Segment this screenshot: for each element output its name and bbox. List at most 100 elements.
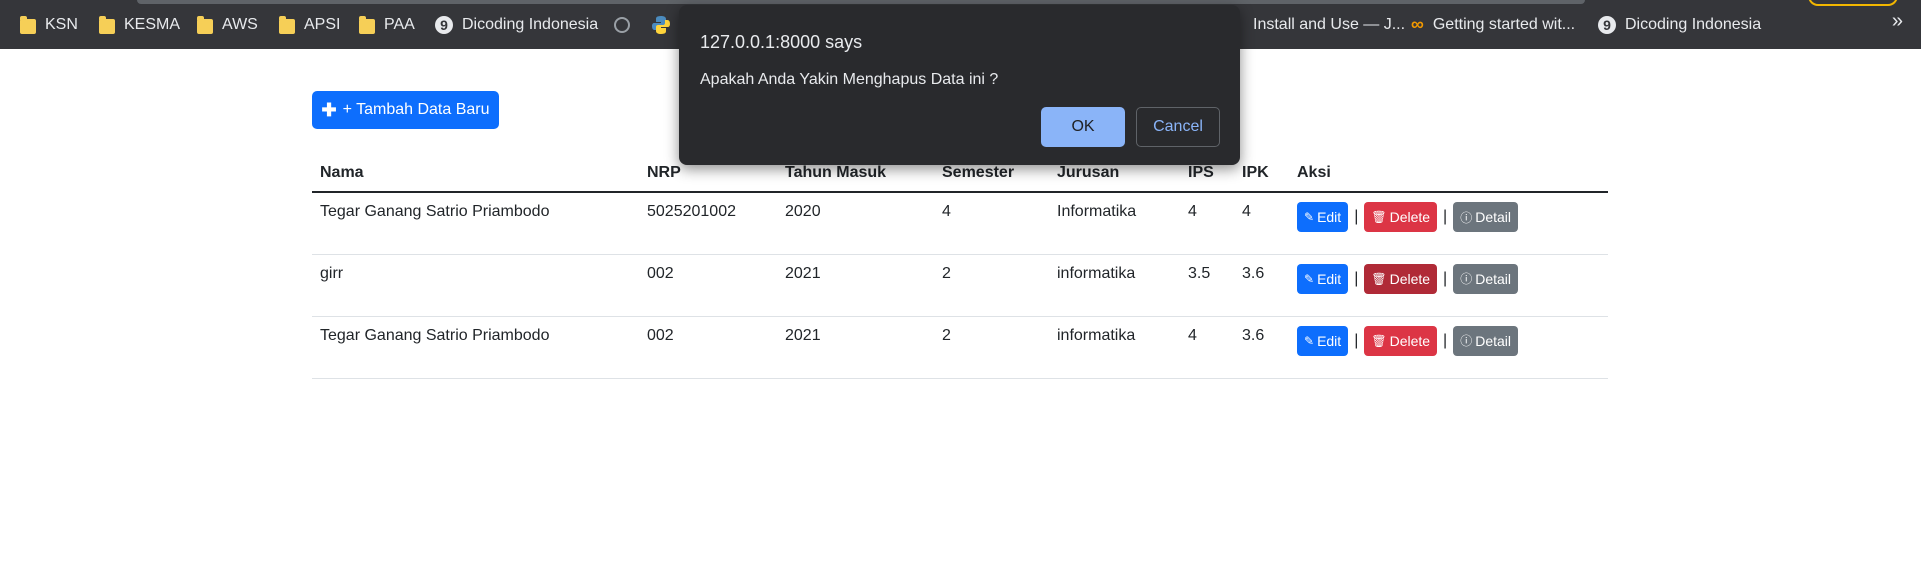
detail-label: Detail — [1475, 332, 1512, 349]
edit-label: Edit — [1317, 270, 1342, 287]
info-icon: ⓘ — [1460, 210, 1473, 225]
delete-label: Delete — [1389, 209, 1431, 225]
confirm-dialog: 127.0.0.1:8000 says Apakah Anda Yakin Me… — [679, 5, 1240, 165]
bookmarks-overflow-icon[interactable]: » — [1892, 10, 1903, 33]
edit-button[interactable]: ✎ Edit — [1297, 325, 1349, 356]
bookmark-aws[interactable]: AWS — [197, 0, 258, 49]
cell-nama: girr — [312, 254, 639, 317]
folder-icon — [197, 15, 213, 34]
separator: | — [1443, 269, 1448, 287]
folder-icon — [359, 15, 375, 34]
bookmark-dicoding[interactable]: 9 Dicoding Indonesia — [435, 0, 598, 49]
bookmark-apsi[interactable]: APSI — [279, 0, 340, 49]
cell-tahun-masuk: 2021 — [777, 316, 934, 379]
separator: | — [1354, 208, 1359, 225]
edit-button[interactable]: ✎ Edit — [1297, 263, 1349, 294]
detail-button[interactable]: ⓘ Detail — [1453, 202, 1519, 232]
bookmark-label: PAA — [384, 15, 415, 33]
dialog-title: 127.0.0.1:8000 says — [700, 32, 863, 52]
edit-icon: ✎ — [1304, 271, 1315, 286]
table-row: Tegar Ganang Satrio Priambodo 002 2021 2… — [312, 316, 1608, 379]
bookmark-dicoding-2[interactable]: 9 Dicoding Indonesia — [1598, 0, 1761, 49]
folder-icon — [20, 15, 36, 34]
folder-icon — [279, 15, 295, 34]
bookmark-label: APSI — [304, 15, 341, 33]
table-row: girr 002 2021 2 informatika 3.5 3.6 ✎ Edi… — [312, 254, 1608, 317]
header-aksi: Aksi — [1289, 155, 1608, 193]
cell-aksi: ✎ Edit | 🗑 Delete | ⓘ Detail — [1289, 316, 1608, 379]
cell-semester: 4 — [934, 192, 1049, 255]
cell-aksi: ✎ Edit | 🗑 Delete | ⓘ Detail — [1289, 192, 1608, 255]
bookmark-label: AWS — [222, 15, 258, 33]
folder-icon — [99, 15, 115, 34]
bookmark-ksn[interactable]: KSN — [20, 0, 78, 49]
cell-nrp: 5025201002 — [639, 192, 777, 255]
bookmark-label: Install and Use — J... — [1253, 15, 1406, 33]
cell-jurusan: informatika — [1049, 254, 1180, 317]
cell-jurusan: informatika — [1049, 316, 1180, 379]
bookmark-label: Dicoding Indonesia — [462, 15, 599, 33]
info-icon: ⓘ — [1460, 334, 1473, 348]
detail-button[interactable]: ⓘ Detail — [1453, 325, 1519, 356]
cell-ipk: 4 — [1234, 192, 1289, 255]
edit-button[interactable]: ✎ Edit — [1297, 202, 1349, 232]
detail-button[interactable]: ⓘ Detail — [1453, 263, 1519, 294]
separator: | — [1354, 331, 1359, 349]
bookmark-install-and-use[interactable]: Install and Use — J... — [1253, 0, 1405, 49]
header-nama: Nama — [312, 155, 639, 193]
bookmark-paa[interactable]: PAA — [359, 0, 415, 49]
cell-tahun-masuk: 2020 — [777, 192, 934, 255]
cell-semester: 2 — [934, 316, 1049, 379]
cell-ipk: 3.6 — [1234, 254, 1289, 317]
cell-ipk: 3.6 — [1234, 316, 1289, 379]
separator: | — [1354, 269, 1359, 287]
bookmark-python[interactable] — [651, 0, 671, 49]
detail-label: Detail — [1475, 209, 1512, 225]
bookmark-globe[interactable] — [614, 0, 630, 49]
delete-button[interactable]: 🗑 Delete — [1364, 263, 1438, 294]
cell-ips: 4 — [1180, 316, 1234, 379]
cell-nama: Tegar Ganang Satrio Priambodo — [312, 192, 639, 255]
delete-label: Delete — [1389, 270, 1431, 287]
add-data-button[interactable]: ✚ + Tambah Data Baru — [312, 91, 499, 129]
cancel-button[interactable]: Cancel — [1136, 107, 1220, 147]
detail-label: Detail — [1475, 270, 1512, 287]
profile-chip[interactable] — [1808, 0, 1898, 6]
edit-label: Edit — [1317, 209, 1342, 225]
globe-icon — [614, 16, 630, 33]
student-table: Nama NRP Tahun Masuk Semester Jurusan IP… — [312, 155, 1608, 379]
edit-icon: ✎ — [1304, 210, 1315, 224]
python-icon — [652, 15, 670, 34]
separator: | — [1443, 331, 1448, 349]
infinity-icon: ∞ — [1411, 14, 1424, 34]
delete-button[interactable]: 🗑 Delete — [1364, 325, 1438, 356]
dicoding-icon: 9 — [1598, 15, 1616, 34]
trash-icon: 🗑 — [1371, 271, 1387, 286]
table-row: Tegar Ganang Satrio Priambodo 5025201002… — [312, 192, 1608, 255]
dicoding-icon: 9 — [435, 15, 453, 34]
bookmark-label: KESMA — [124, 15, 181, 33]
cell-nrp: 002 — [639, 316, 777, 379]
cell-jurusan: Informatika — [1049, 192, 1180, 255]
bookmark-kesma[interactable]: KESMA — [99, 0, 180, 49]
cell-tahun-masuk: 2021 — [777, 254, 934, 317]
cell-ips: 3.5 — [1180, 254, 1234, 317]
bookmark-label: Dicoding Indonesia — [1625, 15, 1762, 33]
delete-button[interactable]: 🗑 Delete — [1364, 202, 1438, 232]
ok-button[interactable]: OK — [1041, 107, 1125, 147]
edit-label: Edit — [1317, 332, 1342, 349]
edit-icon: ✎ — [1304, 333, 1315, 348]
bookmark-getting-started[interactable]: ∞ Getting started wit... — [1411, 0, 1575, 49]
cell-nama: Tegar Ganang Satrio Priambodo — [312, 316, 639, 379]
cell-semester: 2 — [934, 254, 1049, 317]
bookmark-label: Getting started wit... — [1432, 15, 1576, 33]
separator: | — [1443, 208, 1448, 225]
cell-aksi: ✎ Edit | 🗑 Delete | ⓘ Detail — [1289, 254, 1608, 317]
info-icon: ⓘ — [1460, 272, 1473, 286]
cell-ips: 4 — [1180, 192, 1234, 255]
cell-nrp: 002 — [639, 254, 777, 317]
header-ipk: IPK — [1234, 155, 1289, 193]
trash-icon: 🗑 — [1371, 210, 1387, 224]
plus-icon: ✚ — [321, 99, 337, 120]
trash-icon: 🗑 — [1371, 333, 1387, 348]
